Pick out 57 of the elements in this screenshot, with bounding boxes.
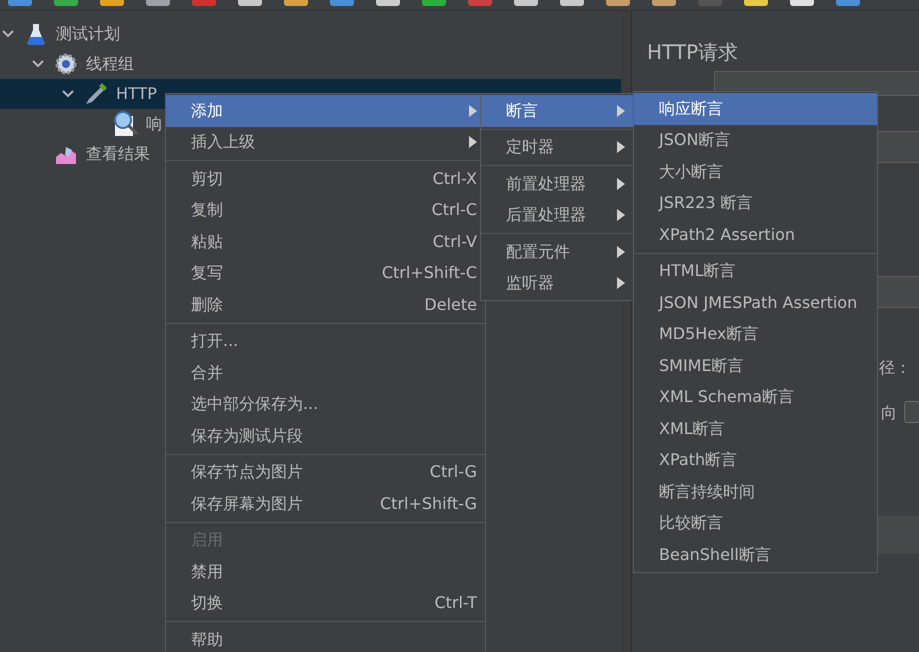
chevron-down-icon[interactable] (32, 60, 44, 68)
gear-icon (54, 52, 78, 76)
panel-title: HTTP请求 (647, 39, 740, 66)
menu-item[interactable]: 后置处理器 (481, 200, 633, 231)
menu-item[interactable]: 比较断言 (634, 508, 877, 539)
menu-item[interactable]: 打开... (166, 326, 485, 357)
toolbar-icon[interactable] (606, 0, 630, 7)
tree-item[interactable]: 查看结果 (86, 142, 150, 166)
toolbar-icon[interactable] (744, 0, 768, 7)
flask-icon (26, 23, 46, 45)
toolbar-icon[interactable] (238, 0, 262, 7)
tree-item[interactable]: 响 (146, 112, 162, 136)
menu-item[interactable]: 保存为测试片段 (166, 420, 485, 452)
menu-item[interactable]: 前置处理器 (481, 168, 633, 200)
toolbar-icon[interactable] (790, 0, 814, 7)
menu-item[interactable]: 断言 (481, 95, 633, 126)
menu-item[interactable]: 配置元件 (481, 236, 633, 268)
tree-item[interactable]: HTTP (116, 82, 157, 106)
menu-item[interactable]: BeanShell断言 (634, 539, 877, 570)
menu-item[interactable]: XPath断言 (634, 444, 877, 476)
magnifier-icon (112, 110, 140, 138)
field-label: 径： (879, 357, 911, 379)
toolbar-icon[interactable] (100, 0, 124, 7)
menu-item[interactable]: JSR223 断言 (634, 188, 877, 219)
toolbar-icon[interactable] (652, 0, 676, 7)
menu-item[interactable]: MD5Hex断言 (634, 318, 877, 350)
toolbar-icon[interactable] (376, 0, 400, 7)
menu-item[interactable]: 响应断言 (634, 93, 877, 124)
menu-item[interactable]: 断言持续时间 (634, 476, 877, 508)
chevron-down-icon[interactable] (62, 90, 74, 98)
menu-item[interactable]: 保存屏幕为图片 Ctrl+Shift-G (166, 488, 485, 520)
menu-item[interactable]: 合并 (166, 357, 485, 388)
toolbar-icon[interactable] (514, 0, 538, 7)
tree-item[interactable]: 测试计划 (56, 22, 120, 46)
menu-item[interactable]: XPath2 Assertion (634, 219, 877, 250)
toolbar-icon[interactable] (284, 0, 308, 7)
menu-item[interactable]: 禁用 (166, 556, 485, 588)
menu-item[interactable]: SMIME断言 (634, 350, 877, 382)
menu-item[interactable]: 切换 Ctrl-T (166, 588, 485, 619)
menu-item[interactable]: JSON断言 (634, 124, 877, 156)
menu-item[interactable]: 保存节点为图片 Ctrl-G (166, 456, 485, 488)
toolbar-icon[interactable] (422, 0, 446, 7)
pipette-icon (83, 82, 109, 106)
menu-item[interactable]: 大小断言 (634, 156, 877, 188)
menu-item[interactable]: XML断言 (634, 413, 877, 444)
toolbar-icon[interactable] (54, 0, 78, 7)
toolbar-icon[interactable] (146, 0, 170, 7)
menu-item[interactable]: 定时器 (481, 132, 633, 163)
chevron-down-icon[interactable] (2, 30, 14, 38)
menu-item[interactable]: JSON JMESPath Assertion (634, 287, 877, 318)
field-label: 向 (881, 402, 897, 424)
menu-item[interactable]: 帮助 (166, 624, 485, 652)
menu-item[interactable]: 选中部分保存为... (166, 388, 485, 420)
menu-item[interactable]: HTML断言 (634, 256, 877, 287)
menu-item[interactable]: XML Schema断言 (634, 382, 877, 413)
toolbar-icon[interactable] (560, 0, 584, 7)
tree-item[interactable]: 线程组 (86, 52, 134, 76)
